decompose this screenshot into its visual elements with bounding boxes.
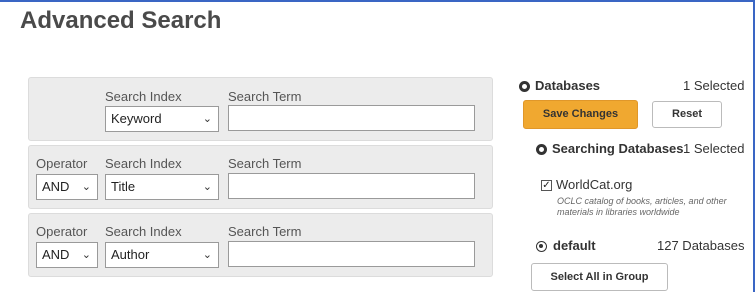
operator-value: AND: [42, 179, 70, 194]
databases-label: Databases: [535, 78, 601, 93]
search-term-label: Search Term: [228, 89, 302, 104]
save-changes-button[interactable]: Save Changes: [523, 100, 638, 129]
circle-chevron-icon: [519, 81, 530, 92]
operator-select[interactable]: AND ⌄: [36, 242, 98, 268]
search-index-value: Title: [111, 179, 136, 194]
search-term-input[interactable]: [228, 173, 475, 199]
database-description: OCLC catalog of books, articles, and oth…: [557, 196, 727, 217]
circle-chevron-icon: [536, 144, 547, 155]
search-index-value: Keyword: [111, 111, 162, 126]
database-checkbox[interactable]: ✓: [541, 180, 552, 191]
search-index-label: Search Index: [105, 156, 182, 171]
operator-select[interactable]: AND ⌄: [36, 174, 98, 200]
radio-circle-icon: [536, 241, 547, 252]
operator-label: Operator: [36, 224, 88, 239]
search-index-select[interactable]: Author ⌄: [105, 242, 219, 268]
search-index-value: Author: [111, 247, 150, 262]
search-term-label: Search Term: [228, 156, 302, 171]
reset-button[interactable]: Reset: [652, 101, 722, 128]
group-label: default: [553, 238, 596, 253]
chevron-down-icon: ⌄: [202, 248, 212, 261]
chevron-down-icon: ⌄: [202, 180, 212, 193]
group-count: 127 Databases: [657, 238, 745, 253]
chevron-down-icon: ⌄: [81, 180, 91, 193]
search-term-label: Search Term: [228, 224, 302, 239]
operator-value: AND: [42, 247, 70, 262]
chevron-down-icon: ⌄: [202, 112, 212, 125]
search-index-select[interactable]: Title ⌄: [105, 174, 219, 200]
page-title: Advanced Search: [20, 7, 222, 34]
operator-label: Operator: [36, 156, 88, 171]
searching-databases-label: Searching Databases: [552, 141, 684, 156]
search-row-2: Operator Search Index Search Term AND ⌄ …: [28, 145, 493, 209]
search-term-input[interactable]: [228, 105, 475, 131]
select-all-in-group-button[interactable]: Select All in Group: [531, 263, 668, 291]
search-row-3: Operator Search Index Search Term AND ⌄ …: [28, 213, 493, 277]
chevron-down-icon: ⌄: [81, 248, 91, 261]
search-row-1: Search Index Search Term Keyword ⌄: [28, 77, 493, 141]
database-name: WorldCat.org: [556, 177, 633, 192]
search-index-label: Search Index: [105, 224, 182, 239]
databases-selected-count: 1 Selected: [683, 78, 745, 93]
search-index-label: Search Index: [105, 89, 182, 104]
search-index-select[interactable]: Keyword ⌄: [105, 106, 219, 132]
search-term-input[interactable]: [228, 241, 475, 267]
searching-databases-count: 1 Selected: [683, 141, 745, 156]
